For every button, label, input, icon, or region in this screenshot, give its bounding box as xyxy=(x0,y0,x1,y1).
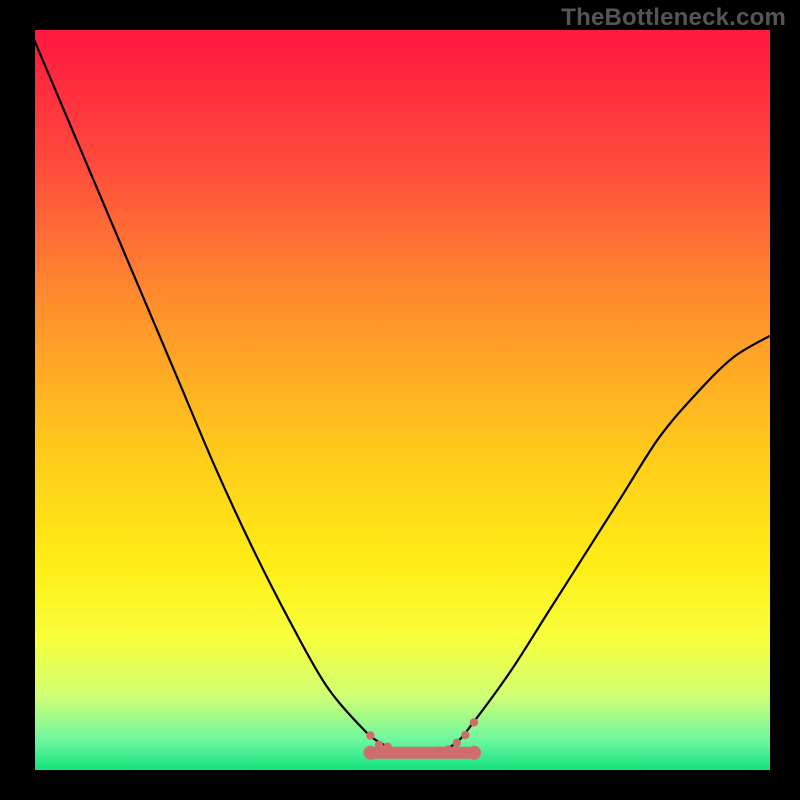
marker-dot xyxy=(383,742,391,750)
marker-dot xyxy=(392,748,400,756)
marker-dot xyxy=(375,741,383,749)
marker-dot xyxy=(418,747,426,755)
watermark-text: TheBottleneck.com xyxy=(561,4,786,32)
plot-area xyxy=(30,30,770,770)
marker-dot xyxy=(444,745,452,753)
marker-end-dot xyxy=(467,746,481,760)
marker-dot xyxy=(401,747,409,755)
bottleneck-curve xyxy=(30,30,770,751)
marker-dot xyxy=(453,739,461,747)
marker-dot xyxy=(409,750,417,758)
marker-group xyxy=(363,718,481,760)
marker-dot xyxy=(470,718,478,726)
curve-svg xyxy=(30,30,770,770)
marker-dot xyxy=(366,731,374,739)
marker-dot xyxy=(435,746,443,754)
marker-end-dot xyxy=(363,746,377,760)
marker-dot xyxy=(427,750,435,758)
chart-stage: TheBottleneck.com xyxy=(0,0,800,800)
marker-dot xyxy=(461,731,469,739)
